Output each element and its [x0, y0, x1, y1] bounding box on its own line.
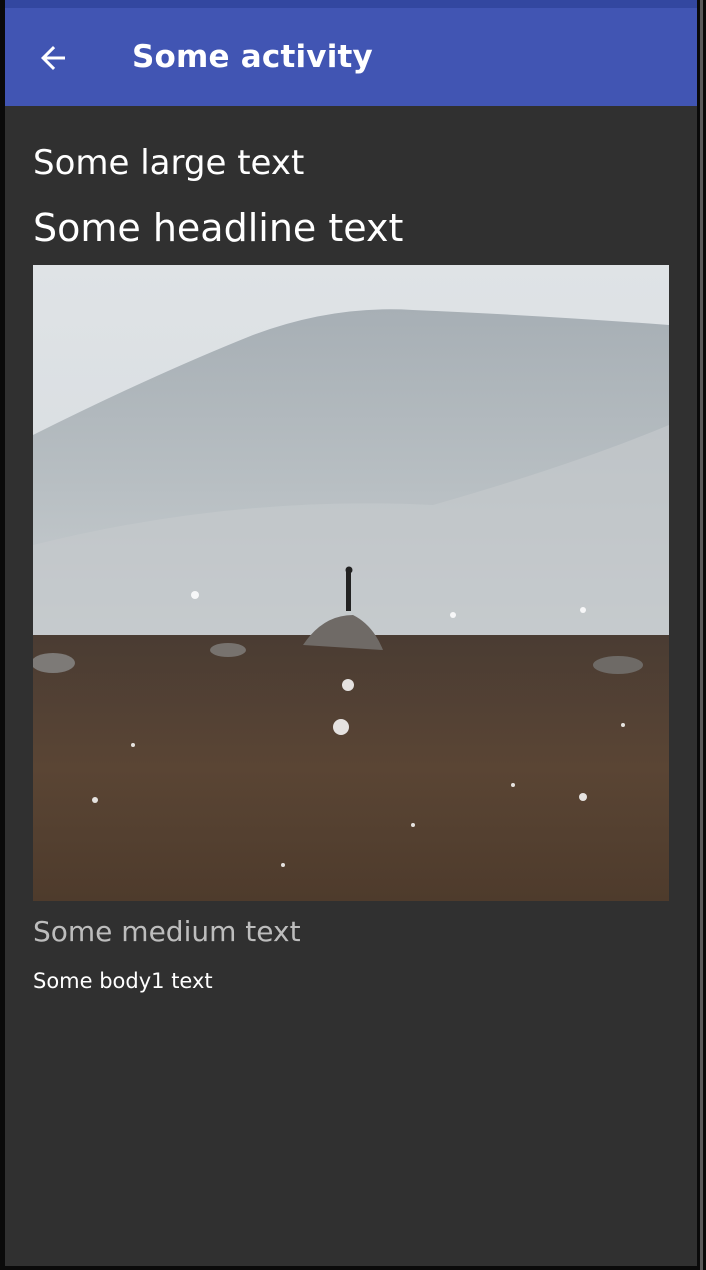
screen: Some activity Some large text Some headl…	[5, 0, 697, 1266]
back-button[interactable]	[35, 40, 71, 76]
arrow-back-icon	[41, 46, 65, 70]
medium-text: Some medium text	[33, 915, 301, 948]
app-bar-title: Some activity	[132, 39, 373, 75]
headline-text: Some headline text	[33, 206, 404, 250]
app-bar: Some activity	[5, 8, 697, 106]
status-bar	[5, 0, 697, 8]
large-text: Some large text	[33, 143, 305, 183]
landscape-image	[33, 265, 669, 901]
window-edge	[700, 0, 703, 1270]
body1-text: Some body1 text	[33, 969, 213, 993]
